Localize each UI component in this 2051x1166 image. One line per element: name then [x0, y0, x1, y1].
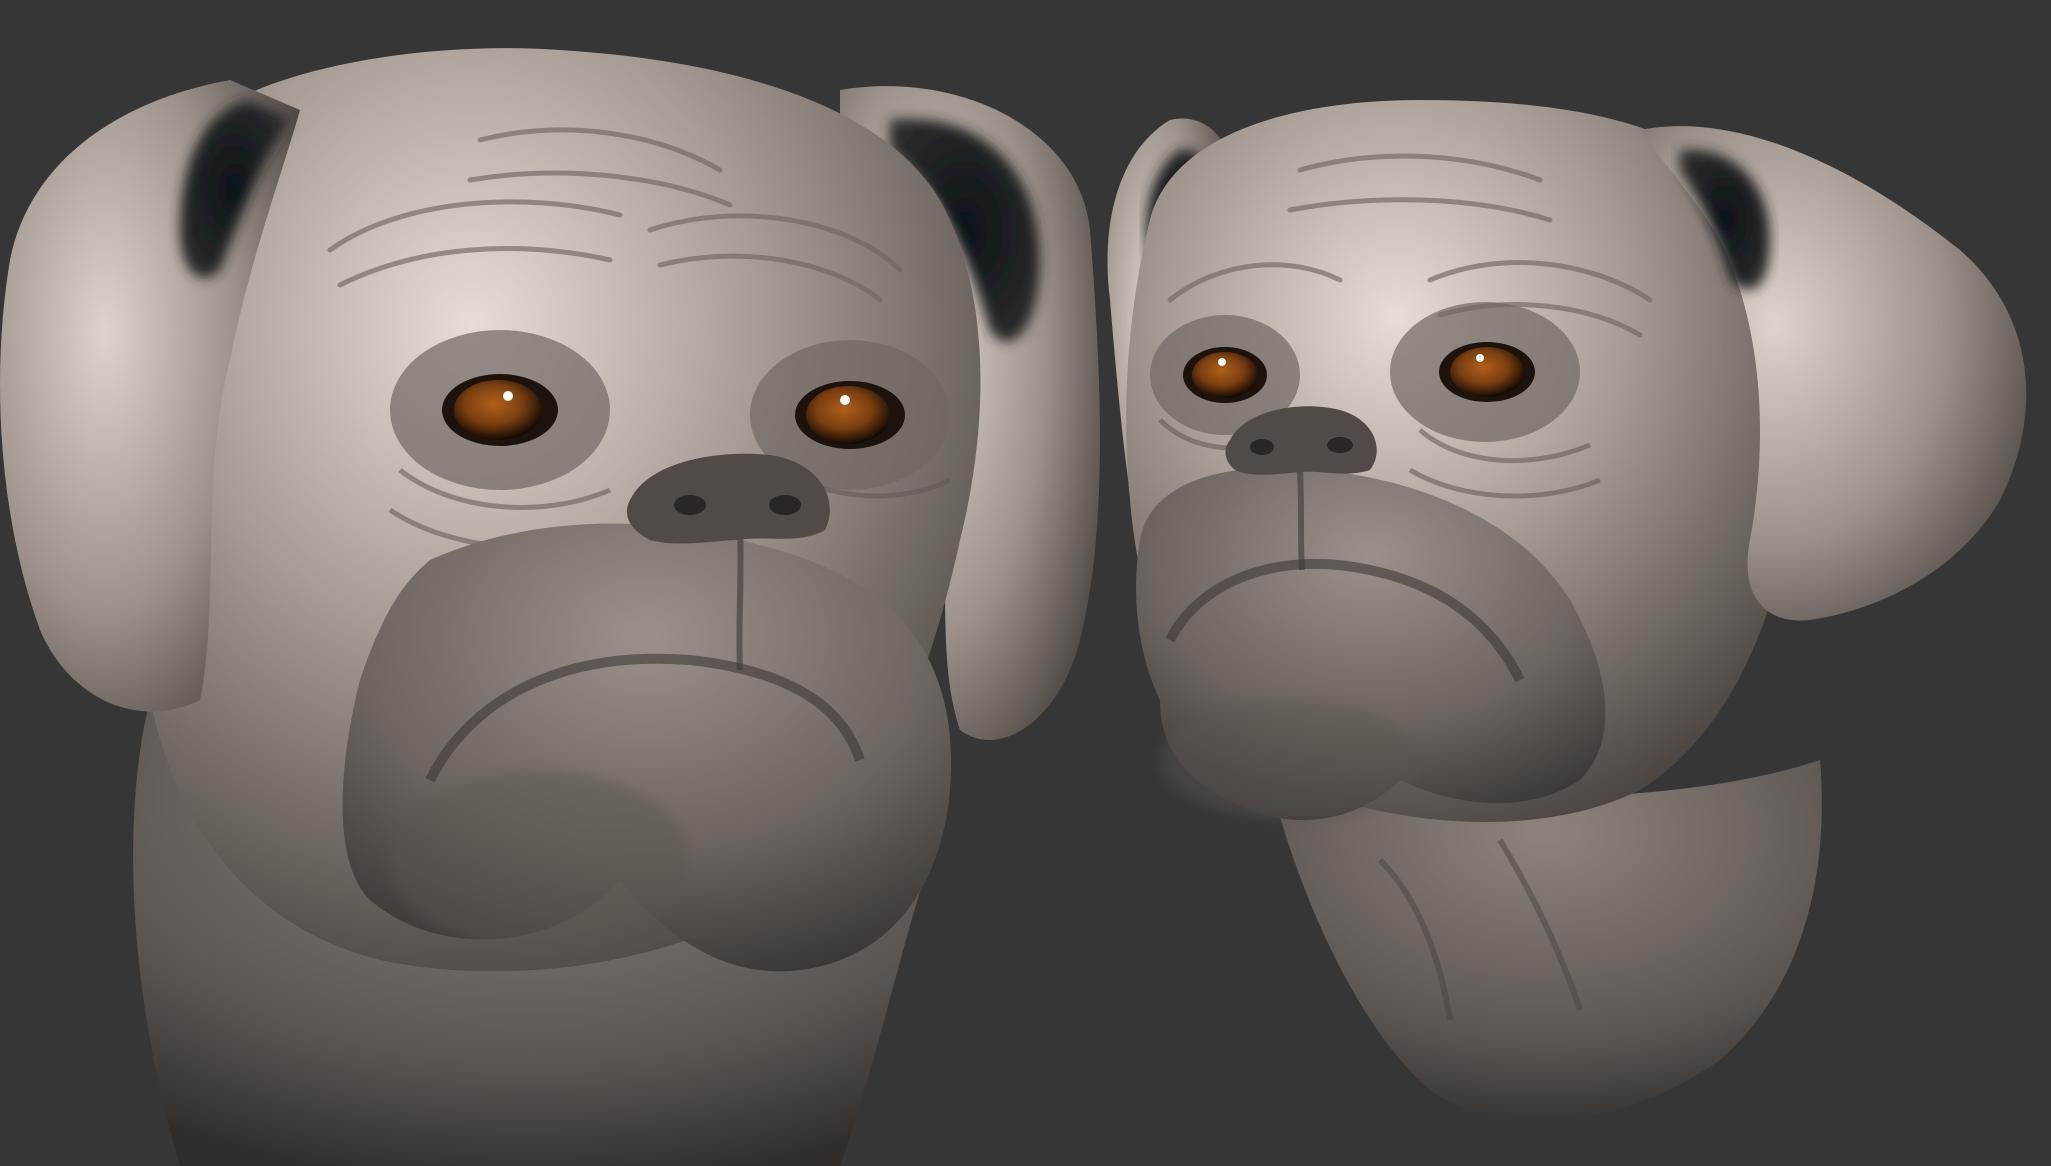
sculpt-scene	[0, 0, 2051, 1166]
sculpt-viewport	[0, 0, 2051, 1166]
right-head-right-eye	[1439, 342, 1535, 402]
left-head-philtrum	[736, 529, 744, 671]
right-head-philtrum	[1297, 469, 1305, 571]
left-head-right-eye	[795, 381, 905, 449]
left-head-jowl	[390, 770, 690, 950]
right-head-jowl	[1160, 700, 1420, 820]
right-head-left-eye	[1183, 347, 1267, 403]
left-head-left-eye	[442, 374, 558, 446]
